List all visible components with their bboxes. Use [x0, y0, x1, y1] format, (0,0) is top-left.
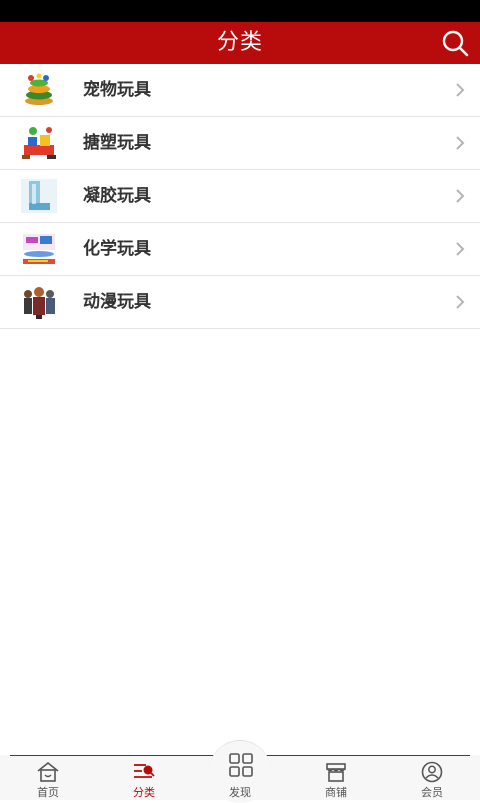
user-circle-icon: [421, 761, 443, 783]
category-label: 搪塑玩具: [83, 133, 151, 153]
category-search-icon: [134, 764, 155, 778]
category-label: 动漫玩具: [83, 292, 151, 312]
tab-discover-label: 发现: [229, 786, 251, 799]
anime-toy-thumbnail: [20, 284, 58, 320]
category-label: 凝胶玩具: [83, 186, 151, 206]
home-icon: [37, 761, 59, 782]
top-app-bar: 分类: [0, 22, 480, 64]
chevron-right-icon: [456, 295, 465, 309]
tab-member[interactable]: 会员: [392, 755, 472, 800]
gel-toy-thumbnail: [20, 178, 58, 214]
category-list: 宠物玩具 搪塑玩具 凝胶玩具 化学玩具 动漫玩具: [0, 64, 480, 329]
category-label: 化学玩具: [83, 239, 151, 259]
category-label: 宠物玩具: [83, 80, 151, 100]
rotomold-toy-thumbnail: [20, 125, 58, 161]
tab-category-label: 分类: [133, 786, 155, 799]
tab-shop-label: 商铺: [325, 786, 347, 799]
tab-shop[interactable]: 商铺: [296, 755, 376, 800]
pet-toy-thumbnail: [20, 72, 58, 108]
category-item-pet-toys[interactable]: 宠物玩具: [0, 64, 480, 117]
chevron-right-icon: [456, 136, 465, 150]
page-title: 分类: [216, 30, 263, 55]
category-item-gel-toys[interactable]: 凝胶玩具: [0, 170, 480, 223]
tab-discover[interactable]: 发现: [200, 747, 280, 800]
tab-member-label: 会员: [421, 786, 443, 799]
chevron-right-icon: [456, 242, 465, 256]
category-item-anime-toys[interactable]: 动漫玩具: [0, 276, 480, 329]
category-item-chemistry-toys[interactable]: 化学玩具: [0, 223, 480, 276]
tab-home-label: 首页: [37, 786, 59, 799]
grid-icon: [229, 753, 253, 777]
search-icon[interactable]: [440, 28, 470, 58]
category-item-rotomold-toys[interactable]: 搪塑玩具: [0, 117, 480, 170]
status-bar: [0, 0, 480, 22]
chevron-right-icon: [456, 189, 465, 203]
storefront-icon: [326, 763, 346, 782]
chemistry-toy-thumbnail: [20, 231, 58, 267]
chevron-right-icon: [456, 83, 465, 97]
tab-home[interactable]: 首页: [8, 755, 88, 800]
tab-category[interactable]: 分类: [104, 755, 184, 800]
